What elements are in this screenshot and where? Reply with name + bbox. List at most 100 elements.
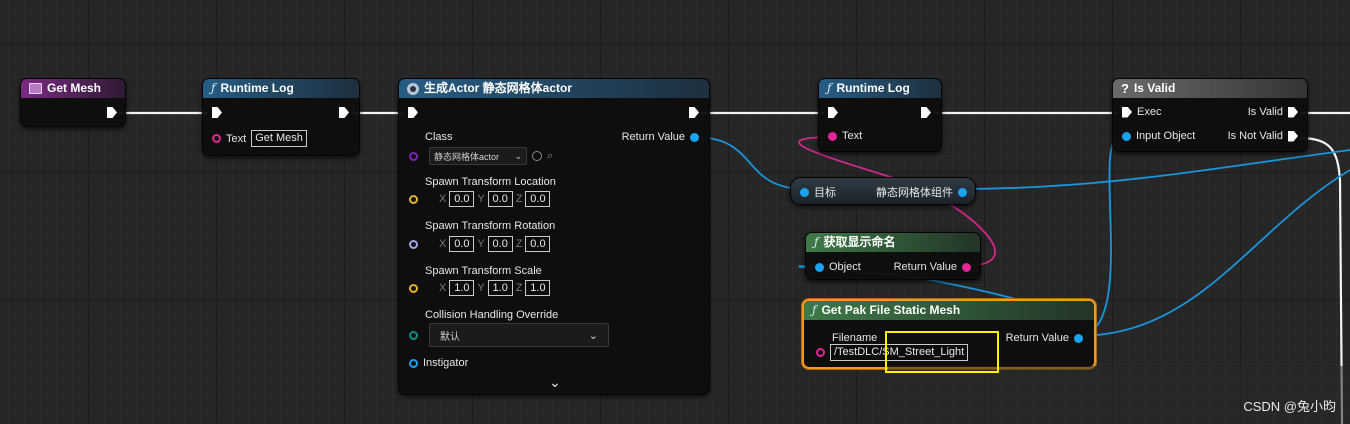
return-value-pin[interactable]: [962, 262, 971, 272]
class-label-row: Class: [425, 131, 453, 143]
text-input-row: Text Get Mesh: [212, 130, 307, 147]
runtime-log-title: Runtime Log: [836, 81, 910, 95]
axis-x-label: X: [439, 282, 447, 294]
runtime-log-header: ƒ Runtime Log: [819, 79, 941, 98]
mesh-icon: [29, 83, 42, 94]
spawn-actor-node[interactable]: 生成Actor 静态网格体actor Class 静态网格体actor ⌄ ⌕ …: [398, 78, 710, 395]
function-icon: ƒ: [812, 303, 817, 317]
return-value-label: Return Value: [621, 131, 685, 143]
axis-x-label: X: [439, 238, 447, 250]
exec-out-pin[interactable]: [689, 107, 699, 118]
is-not-valid-label: Is Not Valid: [1227, 130, 1283, 142]
return-value-label: Return Value: [893, 261, 957, 273]
static-mesh-component-getter[interactable]: 目标 静态网格体组件: [790, 177, 976, 205]
exec-label: Exec: [1137, 106, 1162, 118]
collision-dropdown-value: 默认: [440, 331, 460, 343]
target-label: 目标: [814, 187, 836, 199]
get-display-name-node[interactable]: ƒ 获取显示命名 Object Return Value: [805, 232, 981, 280]
text-pin[interactable]: [212, 134, 221, 143]
collision-pin[interactable]: [409, 330, 418, 340]
get-pak-file-header: ƒ Get Pak File Static Mesh: [804, 301, 1094, 320]
expand-pins-button[interactable]: ⌄: [549, 374, 561, 391]
exec-out-pin[interactable]: [921, 107, 931, 118]
rotation-z-field[interactable]: 0.0: [525, 236, 551, 252]
text-pin[interactable]: [828, 131, 837, 141]
axis-x-label: X: [439, 193, 447, 205]
collision-dropdown[interactable]: 默认 ⌄: [429, 323, 609, 347]
rotation-y-field[interactable]: 0.0: [487, 236, 513, 252]
scale-label: Spawn Transform Scale: [425, 265, 542, 277]
browse-icon[interactable]: ⌕: [547, 150, 553, 163]
function-icon: ƒ: [827, 81, 832, 95]
return-value-row: Return Value: [894, 261, 971, 273]
runtime-log-header: ƒ Runtime Log: [203, 79, 359, 98]
rotation-x-field[interactable]: 0.0: [449, 236, 475, 252]
exec-in-pin[interactable]: [828, 107, 838, 118]
component-row: 静态网格体组件: [876, 184, 967, 200]
location-x-field[interactable]: 0.0: [449, 191, 475, 207]
function-icon: ƒ: [814, 235, 819, 249]
target-row: 目标: [800, 184, 836, 200]
exec-out-pin[interactable]: [107, 107, 117, 118]
object-wire: [693, 136, 807, 190]
get-mesh-node[interactable]: Get Mesh: [20, 78, 126, 127]
is-valid-node[interactable]: ? Is Valid Exec Is Valid Input Object Is…: [1112, 78, 1308, 152]
component-pin[interactable]: [958, 187, 967, 197]
scale-row: X 1.0 Y 1.0 Z 1.0: [409, 280, 551, 296]
location-y-field[interactable]: 0.0: [487, 191, 513, 207]
get-mesh-title: Get Mesh: [47, 81, 102, 95]
return-value-label: Return Value: [1005, 332, 1069, 344]
text-value-field[interactable]: Get Mesh: [251, 130, 307, 147]
rotation-pin[interactable]: [409, 239, 418, 249]
filename-pin[interactable]: [816, 348, 825, 357]
reset-icon[interactable]: [532, 151, 542, 161]
input-object-row: Input Object: [1122, 130, 1195, 142]
scale-z-field[interactable]: 1.0: [525, 280, 551, 296]
is-valid-exec-pin[interactable]: [1288, 106, 1298, 118]
tooltip-overlay: [888, 366, 1350, 424]
scale-y-field[interactable]: 1.0: [487, 280, 513, 296]
function-icon: ƒ: [211, 81, 216, 95]
object-label: Object: [829, 261, 861, 273]
scale-pin[interactable]: [409, 283, 418, 293]
get-mesh-header: Get Mesh: [21, 79, 125, 98]
axis-y-label: Y: [477, 238, 485, 250]
scale-x-field[interactable]: 1.0: [449, 280, 475, 296]
input-object-pin[interactable]: [1122, 131, 1131, 141]
exec-in-pin[interactable]: [212, 107, 222, 118]
exec-in-pin[interactable]: [408, 107, 418, 118]
axis-y-label: Y: [477, 193, 485, 205]
axis-z-label: Z: [515, 238, 523, 250]
object-wire: [1076, 169, 1350, 337]
is-valid-label: Is Valid: [1247, 106, 1283, 118]
exec-out-pin[interactable]: [339, 107, 349, 118]
text-label: Text: [842, 130, 863, 142]
get-pak-file-title: Get Pak File Static Mesh: [821, 303, 961, 317]
exec-out-row: [107, 107, 117, 118]
spawn-icon: [407, 82, 419, 95]
target-pin[interactable]: [800, 187, 809, 197]
class-label: Class: [425, 131, 453, 143]
is-not-valid-exec-pin[interactable]: [1288, 130, 1298, 142]
location-pin[interactable]: [409, 194, 418, 204]
return-value-pin[interactable]: [690, 132, 699, 142]
class-dropdown-value: 静态网格体actor: [434, 151, 500, 162]
is-valid-header: ? Is Valid: [1113, 79, 1307, 98]
instigator-pin[interactable]: [409, 358, 418, 368]
instigator-row: Instigator: [409, 357, 468, 369]
watermark: CSDN @兔小昀: [1243, 399, 1336, 414]
get-display-name-title: 获取显示命名: [823, 235, 896, 249]
exec-in-pin[interactable]: [1122, 106, 1132, 118]
runtime-log-node-1[interactable]: ƒ Runtime Log Text Get Mesh: [202, 78, 360, 156]
return-value-pin[interactable]: [1074, 333, 1083, 343]
object-pin[interactable]: [815, 262, 824, 272]
class-pin[interactable]: [409, 151, 418, 161]
input-object-label: Input Object: [1136, 130, 1196, 142]
class-dropdown[interactable]: 静态网格体actor ⌄: [429, 147, 527, 165]
runtime-log-node-2[interactable]: ƒ Runtime Log Text: [818, 78, 942, 152]
location-z-field[interactable]: 0.0: [525, 191, 551, 207]
axis-y-label: Y: [477, 282, 485, 294]
object-wire: [957, 149, 1350, 190]
question-icon: ?: [1121, 81, 1129, 96]
spawn-actor-title: 生成Actor 静态网格体actor: [424, 81, 573, 95]
